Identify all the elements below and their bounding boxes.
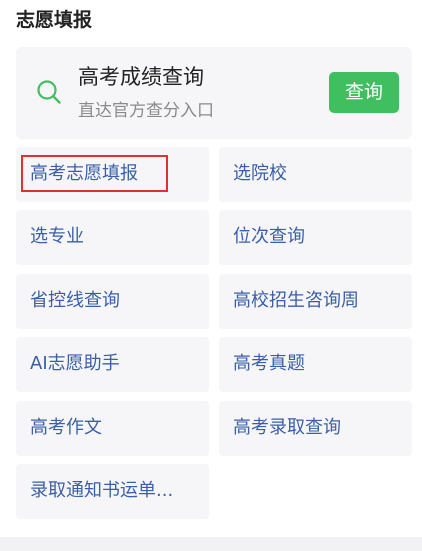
grid-item-essay[interactable]: 高考作文 xyxy=(16,401,209,456)
grid-item-label: 省控线查询 xyxy=(30,290,120,311)
grid-item-label: 录取通知书运单... xyxy=(30,480,174,501)
grid-item-gaokao-volunteer[interactable]: 高考志愿填报 xyxy=(16,147,209,202)
grid-item-choose-major[interactable]: 选专业 xyxy=(16,210,209,265)
score-query-title: 高考成绩查询 xyxy=(78,65,204,89)
grid-item-label: 位次查询 xyxy=(233,226,305,247)
bottom-divider xyxy=(0,537,422,551)
grid-item-label: 选专业 xyxy=(30,226,84,247)
score-query-subtitle: 直达官方查分入口 xyxy=(78,101,214,121)
grid-item-past-papers[interactable]: 高考真题 xyxy=(219,337,412,392)
grid-item-admission-query[interactable]: 高考录取查询 xyxy=(219,401,412,456)
grid-item-choose-college[interactable]: 选院校 xyxy=(219,147,412,202)
grid-item-admission-consult-week[interactable]: 高校招生咨询周 xyxy=(219,274,412,329)
grid-item-ai-assistant[interactable]: AI志愿助手 xyxy=(16,337,209,392)
grid-item-label: 高考录取查询 xyxy=(233,417,341,438)
grid-item-label: 高考志愿填报 xyxy=(30,163,138,184)
grid-item-control-line-query[interactable]: 省控线查询 xyxy=(16,274,209,329)
grid-item-rank-query[interactable]: 位次查询 xyxy=(219,210,412,265)
grid-item-label: 选院校 xyxy=(233,163,287,184)
section-title: 志愿填报 xyxy=(16,9,93,31)
grid-item-label: 高考作文 xyxy=(30,417,102,438)
search-icon xyxy=(36,79,62,105)
grid-item-notice-tracking[interactable]: 录取通知书运单... xyxy=(16,464,209,519)
grid-item-label: 高考真题 xyxy=(233,353,305,374)
grid-item-label: 高校招生咨询周 xyxy=(233,290,359,311)
grid-item-label: AI志愿助手 xyxy=(30,353,120,374)
query-button[interactable]: 查询 xyxy=(329,72,399,113)
score-query-card[interactable]: 高考成绩查询 直达官方查分入口 查询 xyxy=(16,47,412,139)
